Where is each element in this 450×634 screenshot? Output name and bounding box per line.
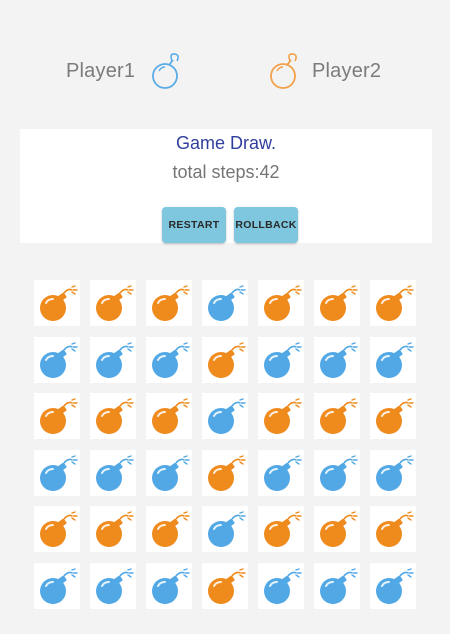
blue-bomb-icon [376,341,414,378]
orange-bomb-icon [40,285,78,321]
blue-bomb-icon [376,454,414,491]
blue-bomb-icon [96,454,134,491]
board-cell[interactable] [90,393,136,439]
orange-bomb-icon [96,398,134,434]
board-cell[interactable] [90,506,136,552]
board-cell[interactable] [258,562,304,609]
board-cell[interactable] [258,280,304,326]
board-cell[interactable] [370,506,416,552]
blue-bomb-icon [264,567,302,604]
board-cell[interactable] [370,562,416,609]
players-header: Player1 Player2 [0,46,450,96]
board-cell[interactable] [202,336,248,383]
board-cell[interactable] [202,562,248,609]
blue-bomb-icon [152,341,190,378]
board-cell[interactable] [202,280,248,326]
orange-bomb-icon [320,285,358,321]
board-cell[interactable] [34,562,80,609]
board-cell[interactable] [146,393,192,439]
player2-name: Player2 [312,59,382,82]
blue-bomb-icon [264,454,302,491]
board-cell[interactable] [146,562,192,609]
board-cell[interactable] [90,562,136,609]
orange-bomb-icon [40,511,78,547]
status-panel: Game Draw. total steps:42 RESTART ROLLBA… [20,129,432,243]
rollback-button[interactable]: ROLLBACK [234,207,298,243]
orange-bomb-icon [208,567,246,604]
orange-bomb-icon [152,398,190,434]
board-cell[interactable] [314,393,360,439]
orange-bomb-icon [376,285,414,321]
board-cell[interactable] [370,280,416,326]
orange-bomb-icon [264,398,302,434]
board-cell[interactable] [314,449,360,496]
game-board [34,280,418,610]
blue-bomb-icon [96,341,134,378]
board-cell[interactable] [202,393,248,439]
orange-bomb-icon [208,454,246,491]
orange-bomb-icon [320,511,358,547]
blue-bomb-icon [40,567,78,604]
orange-bomb-icon [152,285,190,321]
board-cell[interactable] [34,449,80,496]
board-cell[interactable] [202,506,248,552]
board-cell[interactable] [258,506,304,552]
blue-bomb-icon [264,341,302,378]
board-cell[interactable] [34,506,80,552]
board-cell[interactable] [314,336,360,383]
orange-bomb-icon [96,511,134,547]
board-cell[interactable] [34,336,80,383]
orange-bomb-icon [96,285,134,321]
board-cell[interactable] [146,280,192,326]
player1-bomb-icon [152,53,180,89]
blue-bomb-icon [208,285,246,321]
orange-bomb-icon [264,511,302,547]
board-cell[interactable] [314,506,360,552]
orange-bomb-icon [264,285,302,321]
orange-bomb-icon [376,511,414,547]
blue-bomb-icon [152,454,190,491]
board-cell[interactable] [34,280,80,326]
board-cell[interactable] [370,449,416,496]
orange-bomb-icon [208,341,246,378]
restart-button[interactable]: RESTART [162,207,226,243]
orange-bomb-icon [376,398,414,434]
blue-bomb-icon [320,341,358,378]
blue-bomb-icon [96,567,134,604]
board-cell[interactable] [258,449,304,496]
blue-bomb-icon [320,454,358,491]
steps-value: 42 [259,162,280,182]
blue-bomb-icon [40,341,78,378]
player1-name: Player1 [66,59,136,82]
blue-bomb-icon [208,398,246,434]
board-cell[interactable] [258,336,304,383]
blue-bomb-icon [152,567,190,604]
board-cell[interactable] [202,449,248,496]
board-cell[interactable] [146,336,192,383]
orange-bomb-icon [40,398,78,434]
board-cell[interactable] [146,449,192,496]
player2-indicator: Player2 [266,46,381,96]
board-cell[interactable] [314,280,360,326]
blue-bomb-icon [208,511,246,547]
board-cell[interactable] [34,393,80,439]
blue-bomb-icon [320,567,358,604]
blue-bomb-icon [40,454,78,491]
board-cell[interactable] [90,280,136,326]
board-cell[interactable] [370,336,416,383]
steps-label: total steps: [172,162,260,182]
blue-bomb-icon [376,567,414,604]
player1-indicator: Player1 [66,46,183,96]
board-cell[interactable] [90,336,136,383]
orange-bomb-icon [320,398,358,434]
player2-bomb-icon [270,53,297,89]
board-cell[interactable] [146,506,192,552]
board-cell[interactable] [370,393,416,439]
total-steps-text: total steps:42 [20,162,432,183]
board-cell[interactable] [258,393,304,439]
board-cell[interactable] [90,449,136,496]
orange-bomb-icon [152,511,190,547]
board-cell[interactable] [314,562,360,609]
game-status-text: Game Draw. [175,133,277,153]
